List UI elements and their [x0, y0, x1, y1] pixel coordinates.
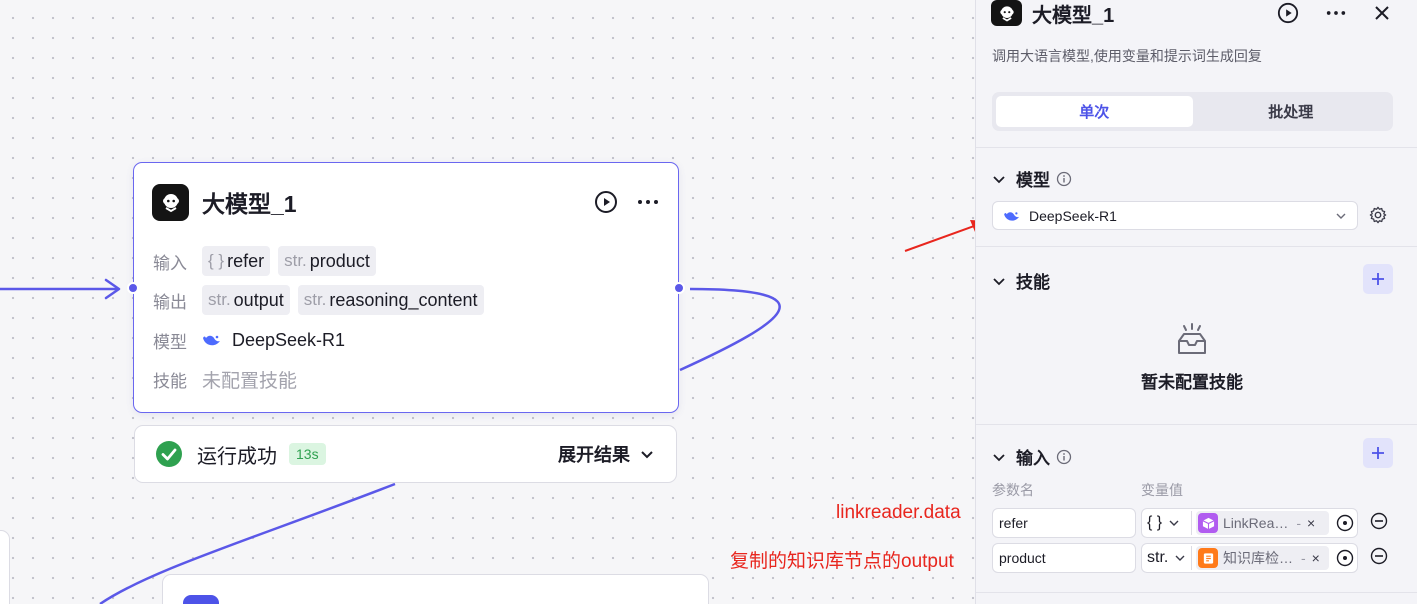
variable-value-field: str. 知识库检… - × — [1141, 543, 1358, 573]
node-model-value: DeepSeek-R1 — [232, 329, 346, 350]
node-model-row: 模型 DeepSeek-R1 — [153, 325, 660, 355]
llm-node[interactable]: 大模型_1 输入 { } refer str. product 输出 str. out… — [127, 162, 685, 413]
node-skill-value: 未配置技能 — [202, 370, 298, 392]
divider — [976, 246, 1417, 247]
chevron-down-icon — [1336, 213, 1346, 219]
remove-ref-icon[interactable]: × — [1307, 515, 1315, 531]
input-tag: { } refer — [202, 246, 271, 276]
divider — [976, 147, 1417, 148]
col-param-name: 参数名 — [992, 482, 1034, 498]
model-select-value: DeepSeek-R1 — [1029, 207, 1117, 224]
chevron-down-icon — [641, 451, 653, 459]
run-node-icon[interactable] — [1277, 2, 1299, 24]
skill-section-header: 技能 — [992, 268, 1050, 293]
inputs-label: 输入 — [153, 253, 187, 273]
panel-title[interactable]: 大模型_1 — [1032, 0, 1114, 28]
run-mode-tabs: 单次 批处理 — [992, 92, 1393, 131]
output-handle[interactable] — [673, 282, 685, 294]
input-section-header: 输入 — [992, 444, 1072, 469]
annotation-refer: linkreader.data — [836, 502, 961, 523]
divider — [976, 424, 1417, 425]
node-header: 大模型_1 — [152, 183, 660, 221]
add-input-button[interactable] — [1363, 438, 1393, 468]
close-icon[interactable] — [1373, 4, 1391, 22]
workflow-canvas[interactable]: 大模型_1 输入 { } refer str. product 输出 str. out… — [0, 0, 975, 604]
node-config-panel: 大模型_1 调用大语言模型,使用变量和提示词生成回复 单次 批处理 模型 Dee… — [975, 0, 1417, 604]
plus-icon — [1372, 273, 1384, 285]
output-tag: str. reasoning_content — [297, 285, 484, 315]
panel-header: 大模型_1 — [991, 0, 1391, 28]
remove-input-icon[interactable] — [1370, 547, 1388, 570]
chevron-down-icon[interactable] — [992, 274, 1006, 288]
input-row: refer { } LinkRea… - × — [992, 508, 1412, 538]
run-status-bar: 运行成功 13s 展开结果 — [134, 425, 677, 483]
more-icon[interactable] — [1325, 2, 1347, 24]
gear-icon[interactable] — [1369, 206, 1387, 224]
type-select[interactable]: str. — [1145, 546, 1192, 570]
end-node-title: 结束 — [233, 597, 279, 604]
incoming-edge-arrow — [104, 278, 121, 300]
info-icon[interactable] — [1056, 449, 1072, 465]
output-tag: str. output — [202, 285, 290, 315]
node-inputs-row: 输入 { } refer str. product — [153, 246, 660, 276]
model-section-header: 模型 — [992, 166, 1072, 191]
chevron-down-icon — [1175, 555, 1185, 561]
chevron-down-icon — [1169, 520, 1179, 526]
annotation-product: 复制的知识库节点的output — [730, 551, 954, 572]
variable-picker-icon[interactable] — [1336, 514, 1354, 532]
col-variable-value: 变量值 — [1141, 482, 1183, 498]
llm-robot-icon — [152, 183, 189, 221]
success-check-icon — [155, 440, 183, 468]
node-outputs-row: 输出 str. output str. reasoning_content — [153, 285, 660, 315]
skill-label: 技能 — [153, 371, 187, 391]
end-node-icon — [183, 595, 219, 604]
knowledge-icon — [1198, 548, 1218, 568]
input-tag: str. product — [278, 246, 376, 276]
model-label: 模型 — [153, 332, 187, 352]
model-select[interactable]: DeepSeek-R1 — [992, 201, 1358, 230]
llm-robot-icon — [991, 0, 1022, 26]
input-handle[interactable] — [127, 282, 139, 294]
input-row: product str. 知识库检… - × — [992, 543, 1412, 573]
info-icon[interactable] — [1056, 171, 1072, 187]
empty-box-icon — [976, 322, 1408, 363]
remove-input-icon[interactable] — [1370, 512, 1388, 535]
param-name-input[interactable]: refer — [992, 508, 1136, 538]
variable-picker-icon[interactable] — [1336, 549, 1354, 567]
cube-icon — [1198, 513, 1218, 533]
deepseek-whale-icon — [1004, 211, 1019, 221]
tab-single[interactable]: 单次 — [996, 96, 1193, 127]
panel-description: 调用大语言模型,使用变量和提示词生成回复 — [992, 48, 1262, 64]
deepseek-whale-icon — [202, 332, 222, 348]
chevron-down-icon[interactable] — [992, 172, 1006, 186]
tab-batch[interactable]: 批处理 — [1193, 96, 1390, 127]
variable-ref-chip[interactable]: LinkRea… - × — [1196, 511, 1329, 535]
remove-ref-icon[interactable]: × — [1312, 550, 1320, 566]
param-name-input[interactable]: product — [992, 543, 1136, 573]
expand-results-button[interactable]: 展开结果 — [558, 441, 656, 467]
outgoing-edge — [679, 287, 781, 372]
skill-empty-text: 暂未配置技能 — [1141, 373, 1243, 392]
type-select[interactable]: { } — [1145, 511, 1192, 535]
variable-value-field: { } LinkRea… - × — [1141, 508, 1358, 538]
outputs-label: 输出 — [153, 292, 187, 312]
node-title: 大模型_1 — [202, 191, 297, 217]
divider — [976, 592, 1417, 593]
more-icon[interactable] — [636, 190, 660, 214]
plus-icon — [1372, 447, 1384, 459]
node-skill-row: 技能 未配置技能 — [153, 364, 660, 394]
partial-node-left[interactable] — [0, 530, 10, 604]
run-node-icon[interactable] — [594, 190, 618, 214]
variable-ref-chip[interactable]: 知识库检… - × — [1196, 546, 1329, 570]
chevron-down-icon[interactable] — [992, 450, 1006, 464]
run-time-badge: 13s — [289, 443, 326, 465]
end-node[interactable]: 结束 — [162, 574, 709, 604]
add-skill-button[interactable] — [1363, 264, 1393, 294]
status-text: 运行成功 — [197, 445, 277, 468]
annotation-arrow — [904, 224, 975, 252]
